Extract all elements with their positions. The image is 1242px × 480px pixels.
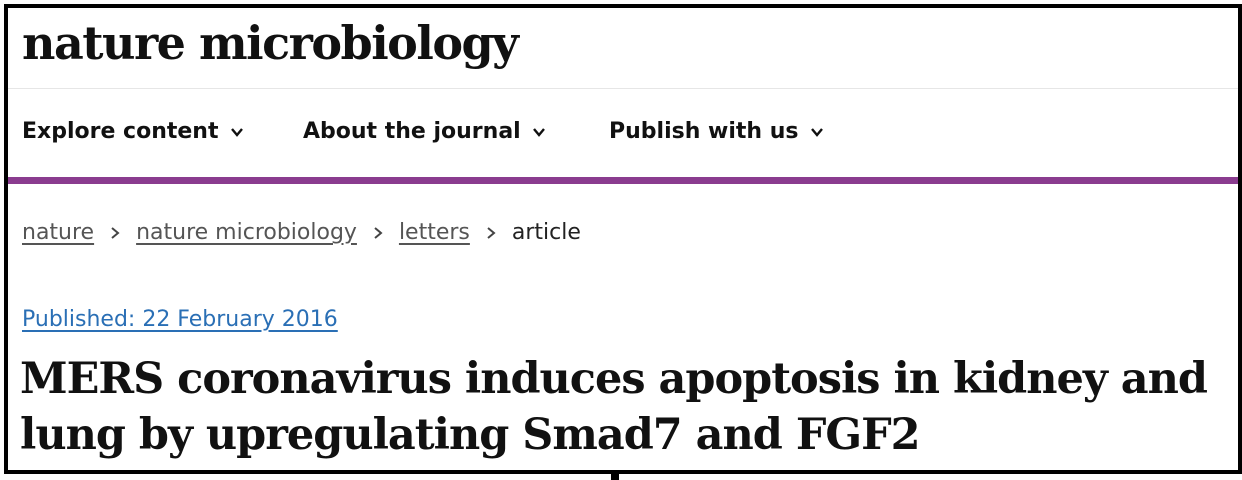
breadcrumb-letters[interactable]: letters — [399, 220, 470, 245]
article-title: MERS coronavirus induces apoptosis in ki… — [20, 354, 1208, 460]
page-frame: nature microbiology Explore content Abou… — [4, 4, 1242, 474]
connector-stub — [611, 470, 619, 480]
breadcrumb-nature-microbiology[interactable]: nature microbiology — [136, 220, 357, 245]
nav-label: Publish with us — [609, 119, 799, 144]
nav-publish-with-us[interactable]: Publish with us — [609, 119, 825, 144]
breadcrumb: nature nature microbiology letters artic… — [22, 220, 581, 245]
chevron-right-icon — [111, 226, 120, 239]
published-date-link[interactable]: Published: 22 February 2016 — [22, 307, 338, 332]
chevron-right-icon — [374, 226, 383, 239]
chevron-down-icon — [532, 127, 545, 137]
breadcrumb-nature[interactable]: nature — [22, 220, 94, 245]
nav-explore-content[interactable]: Explore content — [22, 119, 245, 144]
accent-divider — [8, 177, 1238, 184]
main-nav: Explore content About the journal Publis… — [8, 89, 1238, 177]
breadcrumb-current: article — [511, 220, 581, 245]
journal-logo[interactable]: nature microbiology — [22, 16, 519, 70]
nav-about-journal[interactable]: About the journal — [303, 119, 547, 144]
chevron-right-icon — [487, 226, 496, 239]
chevron-down-icon — [230, 127, 243, 137]
chevron-down-icon — [810, 127, 823, 137]
nav-label: Explore content — [22, 119, 219, 144]
nav-label: About the journal — [303, 119, 521, 144]
masthead: nature microbiology — [8, 8, 1238, 89]
